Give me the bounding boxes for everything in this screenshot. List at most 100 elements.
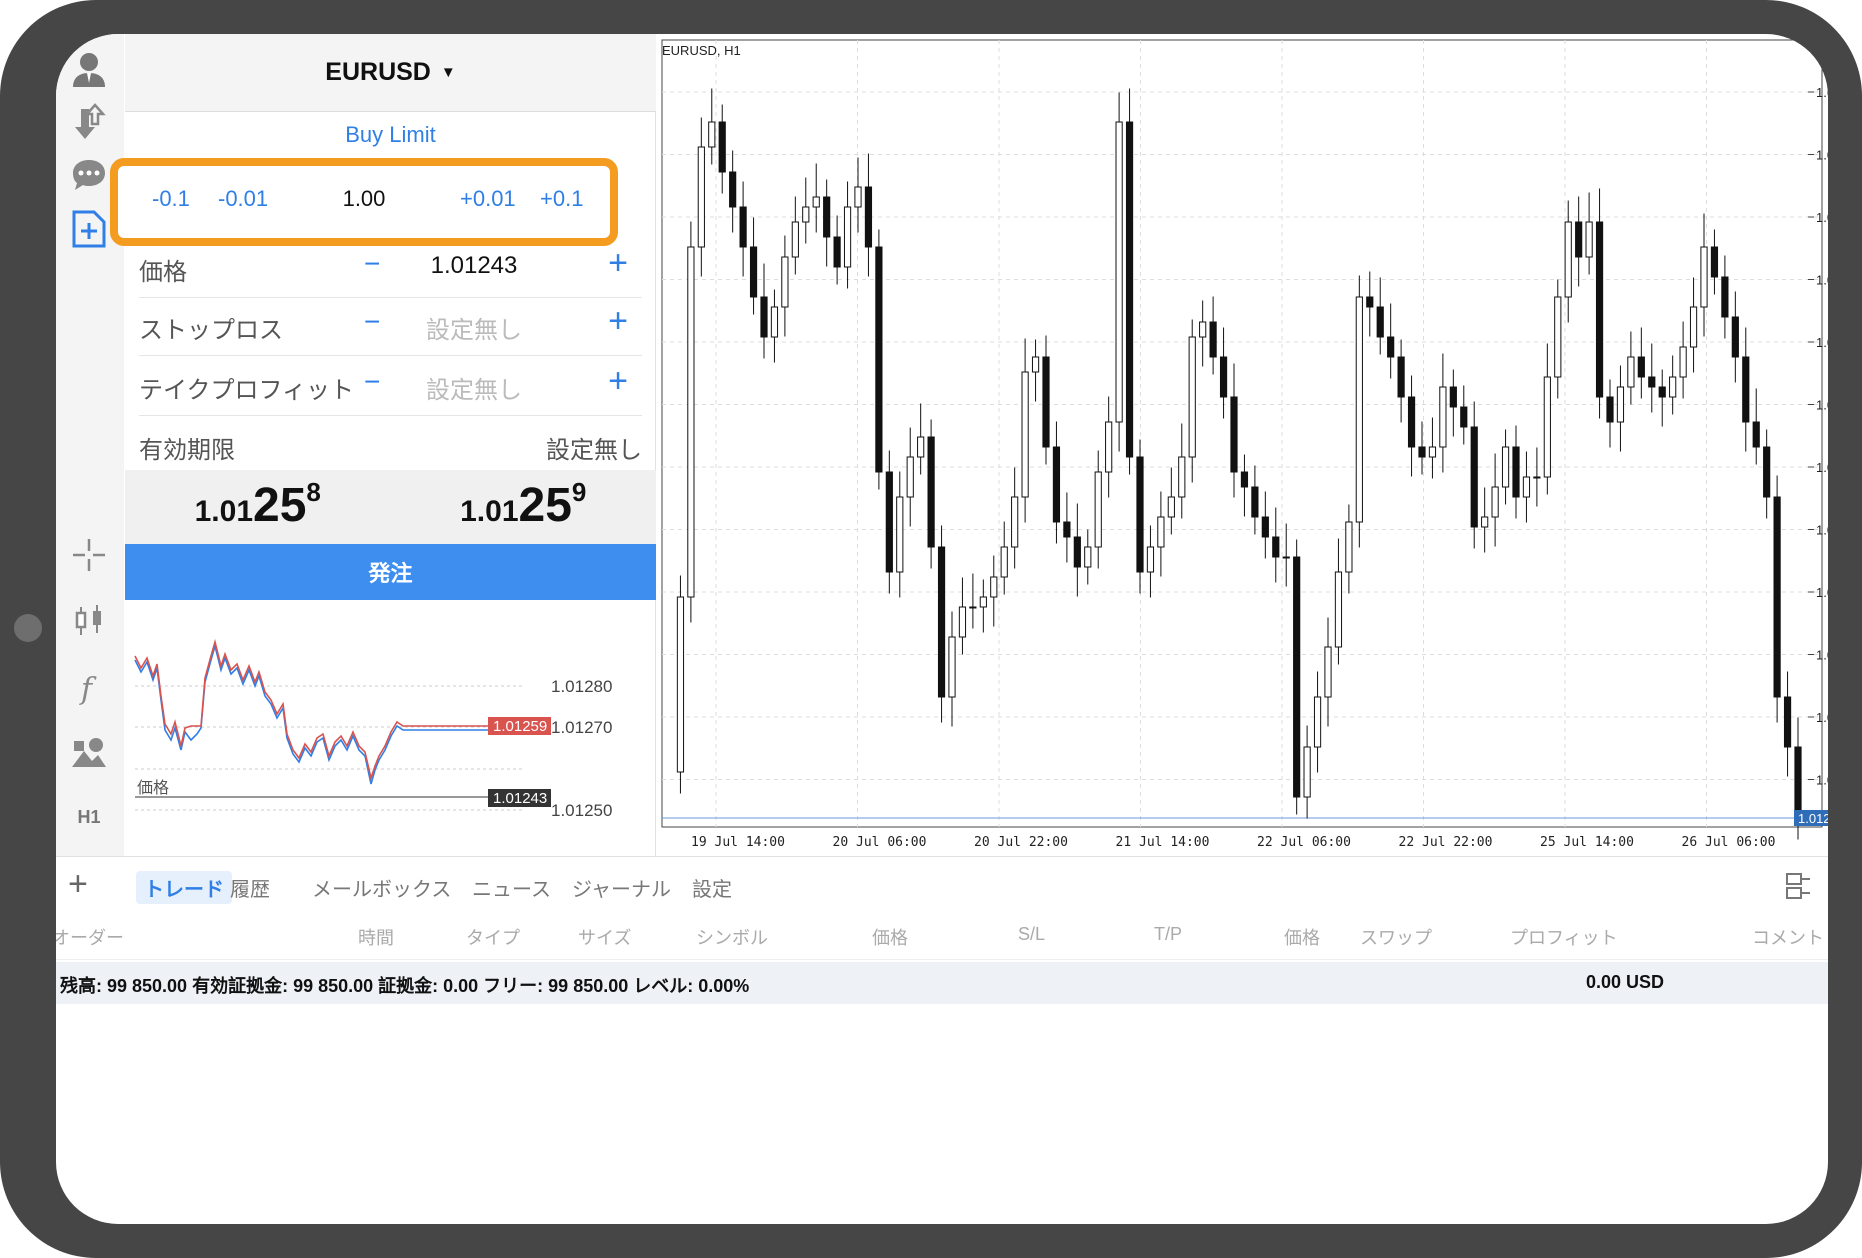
tab-settings[interactable]: 設定 [684,871,740,904]
candle [1094,450,1102,569]
bid-price: 1.01 25 8 [125,470,391,544]
volume-value[interactable]: 1.00 [118,186,610,212]
candle [843,181,852,289]
candle [948,611,956,727]
takeprofit-minus-button[interactable]: − [364,366,380,398]
candle [1313,671,1322,773]
candle [1011,467,1019,569]
expiry-value: 設定無し [546,437,642,464]
current-price-label: 1.01258 [1798,811,1828,826]
price-minus-button[interactable]: − [364,248,380,280]
bid-price-big: 25 [253,479,307,532]
candle [896,471,904,598]
bid-price-pip: 8 [306,477,321,507]
y-tick-label: 1.01585 [1816,648,1828,663]
candle [1710,229,1719,295]
price-value[interactable]: 1.01243 [409,252,539,280]
price-chart[interactable]: 1.02710 1.02585 1.02460 1.02335 1.02210 1.020… [656,34,1828,856]
y-tick-label: 1.02085 [1816,398,1828,413]
candle [1449,369,1457,437]
tab-history[interactable]: 履歴 [222,871,278,904]
stoploss-plus-button[interactable]: + [608,302,628,341]
mini-ask-label: 1.01259 [493,718,547,735]
y-tick-label: 1.01335 [1816,773,1828,788]
chevron-down-icon: ▼ [440,64,456,81]
stoploss-minus-button[interactable]: − [364,306,380,338]
new-order-icon[interactable] [68,208,110,250]
candle [1407,375,1416,477]
objects-icon[interactable] [68,732,110,774]
candle [854,157,862,233]
takeprofit-value[interactable]: 設定無し [409,370,539,405]
candle [1355,275,1363,548]
stoploss-row: ストップロス − 設定無し + [139,298,642,356]
indicators-icon[interactable]: f [68,666,110,708]
tab-mailbox[interactable]: メールボックス [304,871,459,904]
account-status-bar: 残高: 99 850.00 有効証拠金: 99 850.00 証拠金: 0.00… [56,962,1828,1004]
takeprofit-label: テイクプロフィット [139,377,355,404]
candles-icon[interactable] [68,600,110,642]
candle [1324,617,1332,727]
crosshair-icon[interactable] [68,534,110,576]
volume-plus-01-button[interactable]: +0.1 [540,186,583,212]
timeframe-button[interactable]: H1 [68,796,110,838]
order-type-selector[interactable]: Buy Limit [125,122,656,148]
col-time: 時間 [358,928,394,948]
candle [760,263,768,359]
tick-chart: 1.01280 1.01270 1.01250 1.01259 価格 1.012… [125,600,656,856]
candle [1293,539,1301,815]
candle [770,289,779,363]
place-order-button[interactable]: 発注 [125,544,656,600]
y-tick-label: 1.02210 [1816,335,1828,350]
candle [958,577,967,655]
orders-table-header: オーダー 時間 タイプ サイズ シンボル 価格 S/L T/P 価格 スワップ … [56,914,1828,960]
candle [1428,417,1437,479]
candle [1522,451,1531,523]
tab-trade[interactable]: トレード [136,871,232,904]
trade-arrows-icon[interactable] [68,100,110,142]
candle [1470,401,1478,549]
expiry-row[interactable]: 有効期限 設定無し [139,418,642,476]
candle [823,179,831,267]
candle [1763,429,1771,519]
mini-bid-label: 1.01243 [493,790,547,807]
takeprofit-plus-button[interactable]: + [608,362,628,401]
col-price-current: 価格 [1284,928,1320,948]
candle [1188,319,1196,483]
price-plus-button[interactable]: + [608,244,628,283]
x-tick-label: 25 Jul 14:00 [1540,835,1634,850]
x-tick-label: 26 Jul 06:00 [1682,835,1776,850]
chat-icon[interactable] [68,154,110,196]
price-chart-canvas[interactable]: 1.02710 1.02585 1.02460 1.02335 1.02210 1.020… [656,34,1828,856]
bid-price-prefix: 1.01 [194,495,254,528]
add-icon[interactable]: + [68,865,88,904]
col-sl: S/L [1018,924,1046,944]
candle [1595,188,1604,419]
candle [1397,339,1405,423]
candle [1512,425,1520,519]
y-tick-label: 1.01710 [1816,585,1828,600]
col-symbol: シンボル [696,928,768,948]
symbol-selector[interactable]: EURUSD ▼ [125,34,656,112]
candle [1073,503,1081,597]
mini-tick-3: 1.01250 [551,801,612,820]
stoploss-label: ストップロス [139,317,283,344]
tab-journal[interactable]: ジャーナル [564,871,679,904]
candle [1167,467,1175,535]
tab-news[interactable]: ニュース [464,871,559,904]
candle [1731,291,1739,383]
volume-plus-001-button[interactable]: +0.01 [460,186,516,212]
x-tick-label: 22 Jul 06:00 [1257,835,1351,850]
candle [1721,255,1729,339]
candle [1460,385,1468,445]
col-price: 価格 [872,928,908,948]
candle [1376,277,1384,355]
layout-icon[interactable] [1784,871,1814,906]
takeprofit-row: テイクプロフィット − 設定無し + [139,358,642,416]
expiry-label: 有効期限 [139,437,235,464]
candle [1481,487,1489,553]
candle [937,525,946,723]
candle [729,150,737,233]
stoploss-value[interactable]: 設定無し [409,310,539,345]
account-icon[interactable] [68,48,110,90]
